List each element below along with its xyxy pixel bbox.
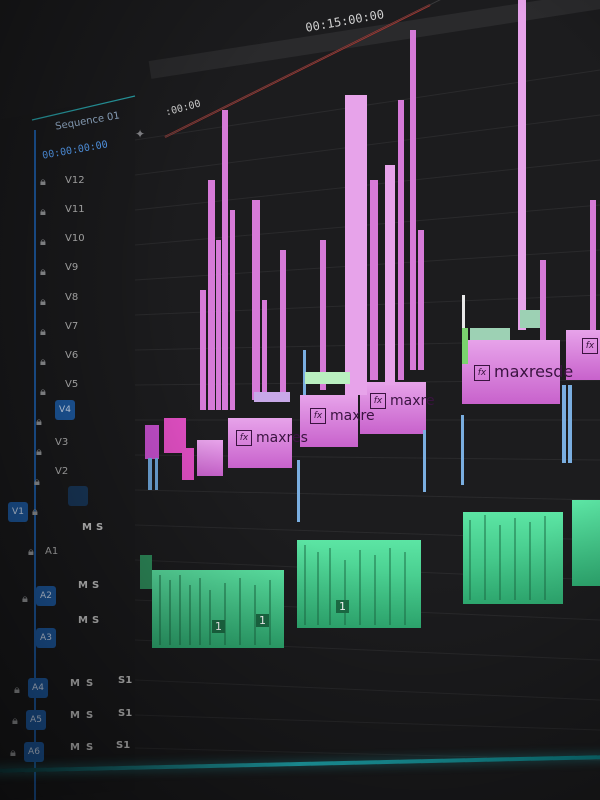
lock-icon[interactable]: 🔒︎ [40,385,46,399]
lock-icon[interactable]: 🔒︎ [40,235,46,249]
video-clip[interactable] [164,418,186,453]
track-target-a4[interactable]: A4 [28,678,48,698]
mute-button-a4[interactable]: M [70,678,80,689]
lock-icon[interactable]: 🔒︎ [40,325,46,339]
wrench-icon[interactable]: ✦ [135,127,145,141]
fx-icon: fx [310,408,326,424]
submix-a6: S1 [116,740,131,751]
mute-button-a5[interactable]: M [70,710,80,721]
track-target-a6[interactable]: A6 [24,742,44,762]
track-label-v12: V12 [65,175,85,186]
track-label-v10: V10 [65,233,85,244]
track-label-v6: V6 [65,350,79,361]
video-clip[interactable] [197,440,223,476]
fx-icon: fx [236,430,252,446]
track-label-v11: V11 [65,204,85,215]
lock-icon[interactable]: 🔒︎ [40,295,46,309]
clip-label-maxres-4[interactable]: fx maxresde [474,362,573,381]
lock-icon[interactable]: 🔒︎ [12,714,18,728]
track-target-a3[interactable]: A3 [36,628,56,648]
track-label-v7: V7 [65,321,79,332]
clip-name: maxres [256,430,308,446]
timeline-panel: 00:15:00:00 :00:00 Sequence 01 00:00:00:… [0,0,600,800]
submix-a5: S1 [118,708,133,719]
lock-icon[interactable]: 🔒︎ [40,205,46,219]
audio-clip-4[interactable] [572,500,600,586]
fx-icon: fx [582,338,598,354]
lock-icon[interactable]: 🔒︎ [40,175,46,189]
lock-icon[interactable]: 🔒︎ [40,355,46,369]
lock-icon[interactable]: 🔒︎ [22,592,28,606]
video-clips[interactable] [145,0,600,522]
clip-name: maxresde [494,362,574,381]
clip-label-maxres-2[interactable]: fx maxre [310,408,375,424]
audio-clips[interactable] [140,500,600,648]
clip-name: maxre [390,393,435,409]
mute-button-a1[interactable]: M [82,522,92,533]
track-label-v5: V5 [65,379,79,390]
track-target-a5[interactable]: A5 [26,710,46,730]
fx-icon: fx [474,364,490,381]
audio-clip-badge: 1 [336,600,349,613]
solo-button-a3[interactable]: S [92,615,99,626]
lock-icon[interactable]: 🔒︎ [14,683,20,697]
track-label-v8: V8 [65,292,79,303]
track-target-a2[interactable]: A2 [36,586,56,606]
clip-label-maxres-1[interactable]: fx maxres [236,430,308,446]
lock-icon[interactable]: 🔒︎ [36,415,42,429]
lock-icon[interactable]: 🔒︎ [10,746,16,760]
track-target-v1[interactable]: V1 [8,502,28,522]
mute-button-a2[interactable]: M [78,580,88,591]
solo-button-a2[interactable]: S [92,580,99,591]
clip-label-maxres-3[interactable]: fx maxre [370,393,435,409]
track-label-v9: V9 [65,262,79,273]
lock-icon[interactable]: 🔒︎ [36,445,42,459]
audio-clip-badge: 1 [256,614,269,627]
audio-clip-1[interactable] [152,570,284,648]
clip-name: maxre [330,408,375,424]
solo-button-a6[interactable]: S [86,742,93,753]
audio-clip-3[interactable] [463,512,563,604]
track-label-v3: V3 [55,437,69,448]
lock-icon[interactable]: 🔒︎ [40,265,46,279]
audio-clip[interactable] [140,555,152,589]
solo-button-a5[interactable]: S [86,710,93,721]
video-clip[interactable] [182,448,194,480]
audio-clip-badge: 1 [212,620,225,633]
audio-clip-2[interactable] [297,540,421,628]
track-target-v4[interactable]: V4 [55,400,75,420]
video-clip[interactable] [145,425,159,459]
lock-icon[interactable]: 🔒︎ [34,475,40,489]
screen: 00:15:00:00 :00:00 Sequence 01 00:00:00:… [0,0,600,800]
solo-button-a1[interactable]: S [96,522,103,533]
track-target-v1b[interactable] [68,486,88,506]
lock-icon[interactable]: 🔒︎ [28,545,34,559]
lock-icon[interactable]: 🔒︎ [32,505,38,519]
track-label-v2: V2 [55,466,69,477]
mute-button-a3[interactable]: M [78,615,88,626]
track-label-a1: A1 [45,546,59,557]
submix-a4: S1 [118,675,133,686]
clip-label-fx[interactable]: fx [582,338,600,354]
solo-button-a4[interactable]: S [86,678,93,689]
fx-icon: fx [370,393,386,409]
mute-button-a6[interactable]: M [70,742,80,753]
